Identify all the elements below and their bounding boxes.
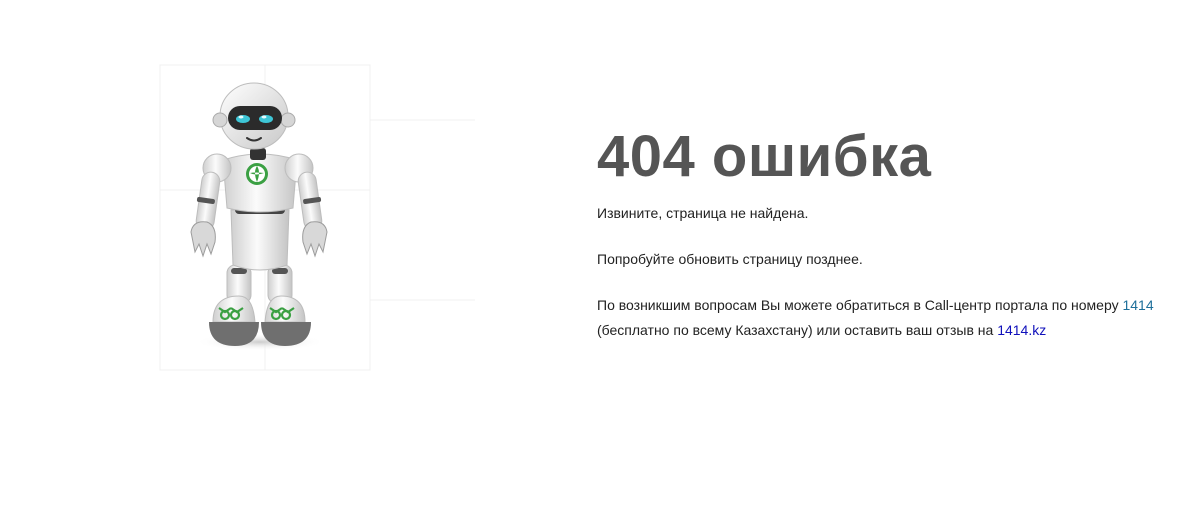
- call-center-phone-link[interactable]: 1414: [1122, 297, 1153, 313]
- robot-illustration: [155, 60, 485, 380]
- retry-hint: Попробуйте обновить страницу позднее.: [597, 251, 863, 267]
- contact-text-after-phone: (бесплатно по всему Казахстану) или оста…: [597, 322, 998, 338]
- page-title: 404 ошибка: [597, 124, 932, 189]
- robot-mascot-icon: [159, 64, 475, 371]
- error-content: 404 ошибка Извините, страница не найдена…: [597, 122, 1157, 343]
- contact-text-before-phone: По возникшим вопросам Вы можете обратить…: [597, 297, 1123, 313]
- contact-info: По возникшим вопросам Вы можете обратить…: [597, 293, 1157, 343]
- not-found-message: Извините, страница не найдена.: [597, 205, 809, 221]
- feedback-site-link[interactable]: 1414.kz: [997, 322, 1046, 338]
